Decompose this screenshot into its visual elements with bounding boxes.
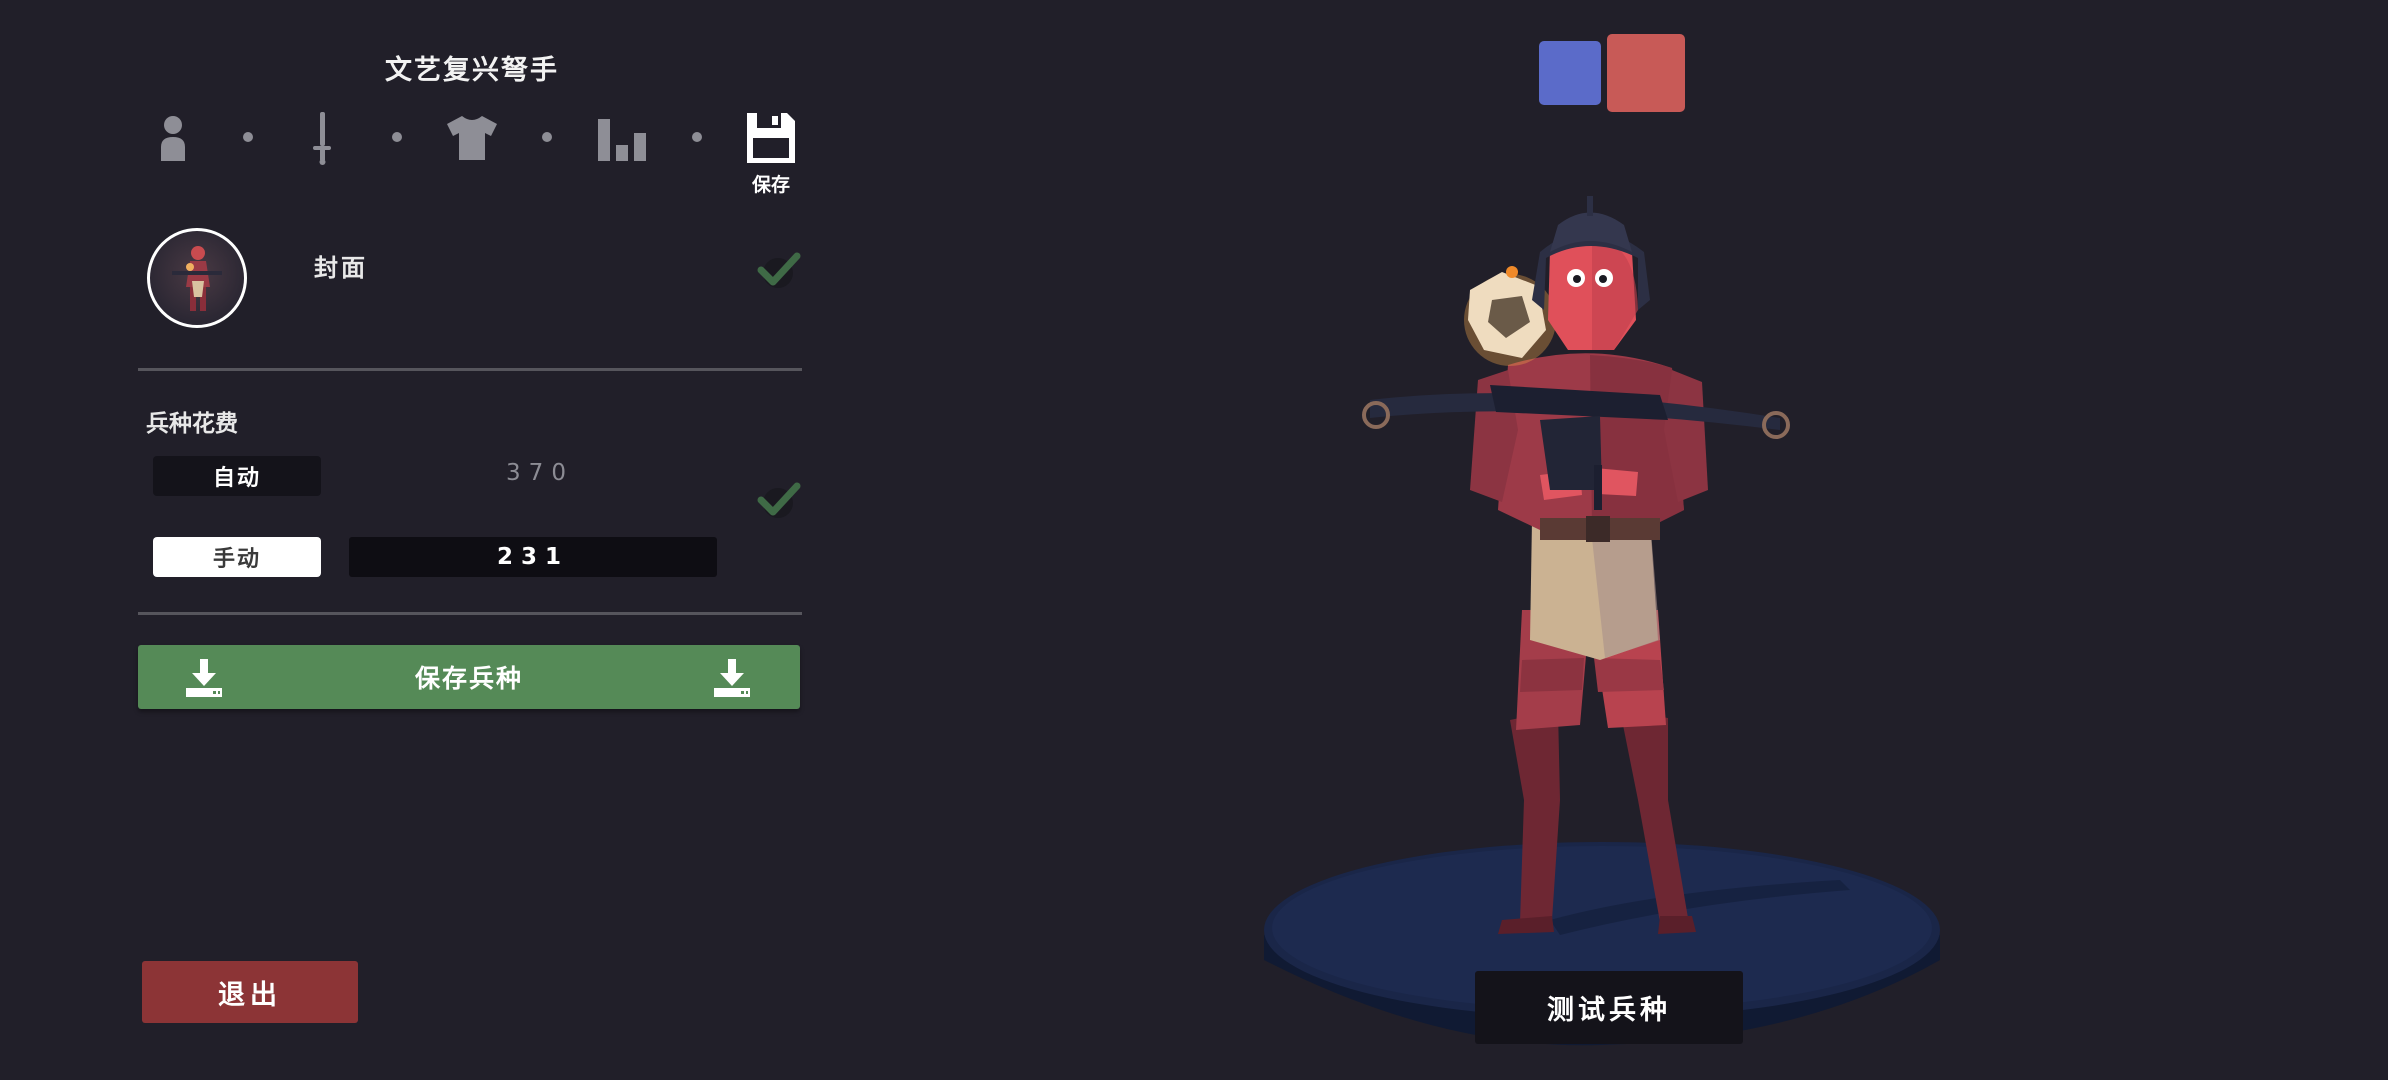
cover-check-icon[interactable] <box>756 246 802 292</box>
person-icon <box>161 116 185 161</box>
auto-cost-button[interactable]: 自动 <box>153 456 321 496</box>
unit-preview-scene[interactable] <box>1240 190 1960 1070</box>
crossbowman-character <box>1362 196 1790 934</box>
exit-button[interactable]: 退出 <box>142 961 358 1023</box>
tab-appearance[interactable] <box>143 108 203 168</box>
stats-icon <box>598 119 646 161</box>
shirt-icon <box>447 116 497 160</box>
manual-cost-input[interactable]: 231 <box>349 537 717 577</box>
cost-check-icon[interactable] <box>756 476 802 522</box>
tab-save-label: 保存 <box>751 174 790 196</box>
test-unit-button[interactable]: 测试兵种 <box>1475 971 1743 1044</box>
section-divider <box>138 368 802 371</box>
tab-stats[interactable] <box>592 108 652 168</box>
step-separator <box>392 132 402 142</box>
step-separator <box>692 132 702 142</box>
cover-avatar[interactable] <box>147 228 247 328</box>
save-unit-label: 保存兵种 <box>414 664 523 693</box>
download-icon <box>714 659 750 697</box>
unit-thumbnail-icon <box>172 246 222 311</box>
download-icon <box>186 659 222 697</box>
cover-label: 封面 <box>314 254 368 282</box>
team-red-swatch[interactable] <box>1607 34 1685 112</box>
tab-clothing[interactable] <box>442 108 502 168</box>
section-divider <box>138 612 802 615</box>
team-blue-swatch[interactable] <box>1539 41 1601 105</box>
auto-cost-value: 370 <box>506 460 574 486</box>
manual-cost-button[interactable]: 手动 <box>153 537 321 577</box>
unit-name-title: 文艺复兴弩手 <box>385 55 559 86</box>
step-separator <box>542 132 552 142</box>
sword-icon <box>313 112 331 165</box>
save-unit-button[interactable]: 保存兵种 <box>138 645 800 709</box>
tab-weapons[interactable] <box>292 108 352 168</box>
unit-cost-label: 兵种花费 <box>146 411 238 437</box>
step-separator <box>243 132 253 142</box>
floppy-disk-icon <box>747 113 795 163</box>
tab-save[interactable] <box>741 108 801 168</box>
